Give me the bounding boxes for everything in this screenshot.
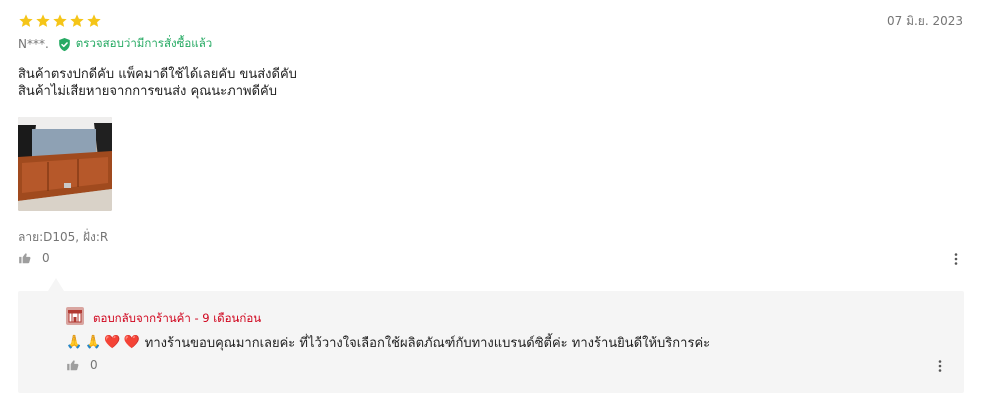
thumbs-up-icon bbox=[19, 253, 31, 264]
reply-pointer bbox=[48, 278, 64, 291]
like-count: 0 bbox=[42, 251, 50, 265]
seller-reply: ตอบกลับจากร้านค้า - 9 เดือนก่อน 🙏 🙏 ❤️ ❤… bbox=[18, 291, 964, 393]
star-icon bbox=[87, 14, 101, 27]
review-photo[interactable] bbox=[18, 117, 112, 211]
reply-like-count: 0 bbox=[90, 358, 98, 372]
star-icon bbox=[36, 14, 50, 27]
reply-like-button[interactable] bbox=[66, 358, 80, 372]
review-text-line: สินค้าตรงปกดีคับ แพ็คมาดีใช้ได้เลยคับ ขน… bbox=[18, 67, 297, 82]
pray-emoji: 🙏 bbox=[66, 334, 83, 350]
star-icon bbox=[53, 14, 67, 27]
star-icon bbox=[70, 14, 84, 27]
heart-emoji: ❤️ bbox=[123, 334, 140, 350]
review-text-line: สินค้าไม่เสียหายจากการขนส่ง คุณนะภาพดีคั… bbox=[18, 84, 277, 99]
reply-text-row: 🙏 🙏 ❤️ ❤️ ทางร้านขอบคุณมากเลยค่ะ ที่ไว้ว… bbox=[66, 332, 710, 353]
like-button[interactable] bbox=[18, 251, 32, 265]
reviewer-name: N***. bbox=[18, 37, 49, 51]
review-like-row: 0 bbox=[18, 251, 50, 265]
review-text: สินค้าตรงปกดีคับ แพ็คมาดีใช้ได้เลยคับ ขน… bbox=[18, 66, 297, 100]
heart-emoji: ❤️ bbox=[104, 334, 121, 350]
reply-more-button[interactable] bbox=[932, 358, 948, 374]
thumbs-up-icon bbox=[67, 360, 79, 371]
check-shield-icon bbox=[58, 37, 70, 51]
star-icon bbox=[19, 14, 33, 27]
review-photo-image bbox=[18, 117, 112, 211]
review-date: 07 มิ.ย. 2023 bbox=[886, 14, 963, 28]
more-vertical-icon bbox=[938, 360, 942, 372]
rating-stars bbox=[18, 13, 102, 29]
reviewer-row: N***. ตรวจสอบว่ามีการสั่งซื้อแล้ว bbox=[18, 35, 212, 53]
variant-info: ลาย:D105, ฝั่ง:R bbox=[18, 230, 109, 244]
shop-icon bbox=[66, 307, 84, 325]
verified-badge: ตรวจสอบว่ามีการสั่งซื้อแล้ว bbox=[57, 35, 212, 53]
verified-label: ตรวจสอบว่ามีการสั่งซื้อแล้ว bbox=[75, 36, 213, 50]
more-vertical-icon bbox=[954, 253, 958, 265]
reply-label: ตอบกลับจากร้านค้า - 9 เดือนก่อน bbox=[93, 311, 262, 325]
reply-text: ทางร้านขอบคุณมากเลยค่ะ ที่ไว้วางใจเลือกใ… bbox=[144, 336, 711, 351]
review-more-button[interactable] bbox=[948, 251, 964, 267]
pray-emoji: 🙏 bbox=[85, 334, 102, 350]
reply-like-row: 0 bbox=[66, 358, 98, 372]
